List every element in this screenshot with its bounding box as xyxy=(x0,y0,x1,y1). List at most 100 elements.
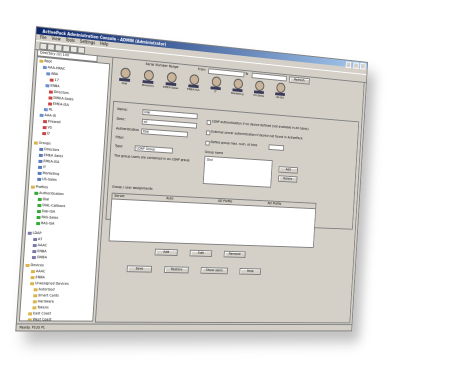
avatar[interactable]: IT xyxy=(207,76,225,94)
tree-item[interactable]: Tokens xyxy=(32,305,49,310)
tree-item[interactable]: Hardware xyxy=(32,299,54,304)
tree-item[interactable]: D xyxy=(42,131,50,137)
folder-icon xyxy=(33,287,38,291)
type-label: Type: xyxy=(114,143,124,149)
folder-icon xyxy=(25,263,30,267)
key-icon xyxy=(37,197,42,201)
server-icon xyxy=(27,231,32,235)
group-icon xyxy=(46,71,51,76)
folder-icon xyxy=(32,299,37,303)
group-icon xyxy=(37,177,42,181)
menu-tools[interactable]: Tools xyxy=(65,37,75,43)
tree-item[interactable]: Profiles xyxy=(30,185,48,191)
group-icon xyxy=(37,171,42,175)
tree-item[interactable]: US-Sales xyxy=(37,177,57,183)
group-icon xyxy=(39,147,44,151)
desc-label: Desc: xyxy=(116,116,126,122)
tree-item[interactable]: SWBA xyxy=(31,255,47,260)
tree-item[interactable]: 17 xyxy=(49,78,59,84)
server-icon xyxy=(32,249,37,253)
max-tries-input[interactable] xyxy=(268,144,285,151)
status-bar: Ready. PLUS PL xyxy=(16,323,352,331)
group-icon xyxy=(45,83,50,87)
col-server: Server xyxy=(114,193,125,199)
delete-group-button[interactable]: Delete xyxy=(277,175,298,183)
tree-item[interactable]: Autorized xyxy=(33,287,55,292)
folder-icon xyxy=(28,311,33,315)
tree-item[interactable]: Dial xyxy=(37,197,49,203)
remove-button[interactable]: Remove xyxy=(223,250,246,258)
key-icon xyxy=(37,203,42,207)
tree-item[interactable]: AAAC xyxy=(30,269,45,274)
max-tries-checkbox[interactable] xyxy=(205,140,210,146)
tree-item[interactable]: RL xyxy=(43,107,53,113)
status-text: Ready. PLUS PL xyxy=(19,325,46,330)
directory-label: Directory xyxy=(39,50,56,57)
tree-item[interactable]: West Coast xyxy=(27,317,52,321)
user-icon xyxy=(49,78,54,82)
tree-item[interactable]: Smart Cards xyxy=(33,293,59,298)
external-auth-checkbox[interactable] xyxy=(205,130,211,136)
group-icon xyxy=(38,165,43,169)
col-auto: Auto xyxy=(166,196,174,201)
menu-help[interactable]: Help xyxy=(100,41,109,47)
key-icon xyxy=(34,191,39,195)
key-icon xyxy=(36,221,41,225)
tree-item[interactable]: RAS-Sales xyxy=(36,215,58,221)
folder-icon xyxy=(27,317,32,321)
avatar[interactable]: Directors xyxy=(139,69,158,88)
show-users-button[interactable]: Show users xyxy=(200,267,229,275)
tree-item[interactable]: ENBA xyxy=(30,275,45,280)
tree-item[interactable]: VS xyxy=(42,125,52,131)
menu-view[interactable]: View xyxy=(51,36,60,42)
tree-item[interactable]: ABA xyxy=(46,71,58,77)
tree-item[interactable]: Groups xyxy=(33,140,51,146)
add-button[interactable]: Add xyxy=(154,248,178,257)
folder-icon xyxy=(32,305,37,309)
directory-tree[interactable]: Root AAA-HRAC ABA 17 ENBA Directors DIRE… xyxy=(18,56,111,322)
tree-item[interactable]: East Coast xyxy=(28,311,51,316)
avatar[interactable]: Marketing xyxy=(229,78,247,96)
details-panel: Serial Number Range From To Refresh Dial… xyxy=(94,56,365,324)
avatar[interactable]: US-ISA xyxy=(272,82,289,100)
from-label: From xyxy=(197,67,206,72)
group-name-value: Dial xyxy=(206,157,213,162)
menu-file[interactable]: File xyxy=(40,34,47,40)
ldap-auth-checkbox[interactable] xyxy=(206,120,212,126)
tree-item[interactable]: IT xyxy=(38,165,46,170)
tree-item[interactable]: LDAP xyxy=(27,231,42,236)
assignments-table[interactable]: Server Auto AD Profile AD Profile xyxy=(108,192,317,249)
tree-item[interactable]: Dial-ISA xyxy=(36,209,55,215)
folder-icon xyxy=(33,293,38,297)
group-icon xyxy=(38,153,43,157)
tree-item[interactable]: AT xyxy=(33,237,42,242)
user-icon xyxy=(48,101,53,106)
avatar[interactable]: US-Sales xyxy=(250,80,267,98)
tree-item[interactable]: AAAC xyxy=(32,243,47,248)
folder-icon xyxy=(30,269,36,273)
tree-item[interactable]: ENBA xyxy=(45,83,60,89)
tree-item[interactable]: AAA-IX xyxy=(39,113,56,119)
tree-item[interactable]: Root xyxy=(39,59,52,65)
tree-item[interactable]: Devices xyxy=(25,263,44,268)
tree-item[interactable]: RAS-ISA xyxy=(36,221,55,227)
restore-button[interactable]: Restore xyxy=(164,266,189,274)
server-icon xyxy=(33,237,38,241)
tree-item[interactable]: Unassigned Devices xyxy=(30,281,69,287)
save-button[interactable]: Save xyxy=(126,265,153,273)
server-icon xyxy=(31,255,36,259)
folder-icon xyxy=(30,281,35,285)
group-icon xyxy=(38,159,43,163)
group-name-list[interactable]: Dial xyxy=(202,155,273,188)
user-icon xyxy=(48,89,53,94)
edit-button[interactable]: Edit xyxy=(189,249,213,257)
avatar[interactable]: EMEA-Sales xyxy=(162,71,181,90)
tree-item[interactable]: ENBA xyxy=(32,249,47,254)
avatar[interactable]: Dial xyxy=(115,67,134,86)
user-icon xyxy=(48,95,53,100)
add-group-button[interactable]: Add xyxy=(278,166,299,174)
folder-icon xyxy=(33,140,38,145)
firewall-icon xyxy=(43,119,48,123)
avatar[interactable]: EMEA-ISA xyxy=(185,73,203,93)
help-button[interactable]: Help xyxy=(239,268,262,275)
